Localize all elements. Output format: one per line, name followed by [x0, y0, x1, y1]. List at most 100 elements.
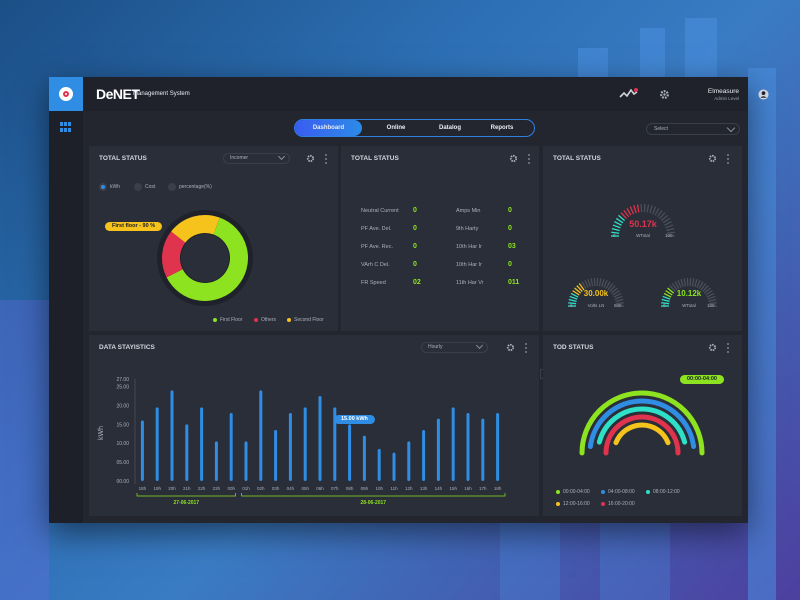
metric-label: Amps Min: [456, 208, 481, 214]
tod-legend-item: 16:00-20:00: [601, 501, 635, 507]
bar[interactable]: [407, 441, 411, 481]
user-avatar-icon[interactable]: [758, 89, 769, 100]
tod-arc: [613, 422, 671, 446]
donut-callout: First floor - 90 %: [105, 222, 163, 231]
bar[interactable]: [348, 424, 352, 481]
radio-kwh[interactable]: kWh: [99, 183, 120, 191]
bar[interactable]: [229, 413, 233, 481]
x-tick-label: 10h: [375, 486, 383, 491]
y-tick-label: 20.00: [116, 403, 129, 409]
x-tick-label: 03h: [272, 486, 280, 491]
y-tick-label: 15.00: [116, 422, 129, 428]
radio-percentage[interactable]: percentage(%): [168, 183, 212, 191]
legend-second-floor: Second Floor: [287, 317, 324, 323]
metric-label: PF Ave. Del.: [361, 226, 392, 232]
bar[interactable]: [200, 407, 204, 481]
x-tick-label: 17h: [479, 486, 487, 491]
date-bracket: [136, 493, 236, 497]
tod-legend-item: 12:00-16:00: [556, 501, 590, 507]
metric-label: 11th Har Vr: [456, 280, 484, 286]
background-bar: [748, 68, 776, 600]
tab-reports[interactable]: Reports: [479, 120, 525, 136]
settings-gear-icon[interactable]: [306, 154, 315, 163]
bar[interactable]: [377, 448, 381, 481]
bar[interactable]: [436, 418, 440, 481]
bar[interactable]: [244, 441, 248, 481]
dashboard-grid-icon[interactable]: [60, 122, 72, 132]
settings-gear-icon[interactable]: [509, 154, 518, 163]
metric-value: 0: [413, 261, 417, 268]
metric-label: PF Ave. Rec.: [361, 244, 393, 250]
bar[interactable]: [362, 435, 366, 481]
x-tick-label: 05h: [301, 486, 309, 491]
bar[interactable]: [318, 396, 322, 481]
bar[interactable]: [422, 430, 426, 481]
more-options-icon[interactable]: [527, 154, 530, 164]
logo-icon: [59, 87, 73, 101]
metric-label: 9th Harty: [456, 226, 479, 232]
activity-icon[interactable]: [619, 87, 639, 101]
bar[interactable]: [466, 413, 470, 481]
background-bar: [578, 48, 608, 78]
legend-label: Others: [261, 317, 277, 323]
bar[interactable]: [288, 413, 292, 481]
panel-title: TOTAL STATUS: [351, 155, 399, 162]
legend-label: First Floor: [220, 317, 243, 323]
x-tick-label: 09h: [361, 486, 369, 491]
bar[interactable]: [170, 390, 174, 481]
donut-hole: [181, 234, 229, 282]
bar[interactable]: [185, 424, 189, 481]
legend-others: Others: [254, 317, 276, 323]
x-tick-label: 04h: [287, 486, 295, 491]
sidebar: [49, 77, 83, 523]
radio-label: Cost: [145, 184, 156, 190]
more-options-icon[interactable]: [324, 154, 327, 164]
bar[interactable]: [155, 407, 159, 481]
x-tick-label: 01h: [242, 486, 250, 491]
bar[interactable]: [451, 407, 455, 481]
x-tick-label: 06h: [316, 486, 324, 491]
x-tick-label: 11h: [390, 486, 398, 491]
app-logo[interactable]: [49, 77, 83, 111]
legend-first-floor: First Floor: [213, 317, 243, 323]
radio-label: percentage(%): [179, 184, 212, 190]
date-label: 28-06-2017: [361, 500, 387, 506]
metric-value: 0: [413, 207, 417, 214]
user-role: Admin Level: [714, 96, 739, 101]
y-axis-label: kWh: [98, 426, 105, 440]
metric-label: 10th Har Ir: [456, 244, 482, 250]
metric-value: 02: [413, 279, 421, 286]
bar[interactable]: [259, 390, 263, 481]
tab-dashboard[interactable]: Dashboard: [295, 120, 362, 136]
metric-value: 0: [413, 243, 417, 250]
background-bar: [0, 300, 49, 600]
metric-label: 10th Har Ir: [456, 262, 482, 268]
global-select[interactable]: Select: [646, 123, 740, 135]
x-tick-label: 23h: [213, 486, 221, 491]
bar[interactable]: [214, 441, 218, 481]
bar[interactable]: [140, 420, 144, 481]
bar[interactable]: [303, 407, 307, 481]
settings-gear-icon[interactable]: [659, 89, 670, 100]
x-tick-label: 16h: [464, 486, 472, 491]
x-tick-label: 08h: [346, 486, 354, 491]
radio-cost[interactable]: Cost: [134, 183, 155, 191]
y-tick-label: 27.00: [116, 377, 129, 383]
x-tick-label: 22h: [198, 486, 206, 491]
gauge-value: 10.12k: [676, 289, 702, 298]
bar[interactable]: [496, 413, 500, 481]
total-status-gauges-panel: TOTAL STATUS 50.17k WTotal 0 100 30.00k Volts…: [543, 146, 742, 331]
metric-value: 0: [508, 207, 512, 214]
tab-datalog[interactable]: Datalog: [427, 120, 473, 136]
bar[interactable]: [392, 452, 396, 481]
x-tick-label: 14h: [435, 486, 443, 491]
tab-online[interactable]: Online: [373, 120, 419, 136]
floor-donut-chart: [157, 210, 253, 306]
metric-value: 03: [508, 243, 516, 250]
bar[interactable]: [274, 430, 278, 481]
gauge-tick-mark: [694, 278, 698, 288]
background-bar: [600, 523, 670, 600]
metric-label: FR Speed: [361, 280, 386, 286]
main-tabs: Dashboard Online Datalog Reports: [294, 119, 535, 137]
bar[interactable]: [481, 418, 485, 481]
